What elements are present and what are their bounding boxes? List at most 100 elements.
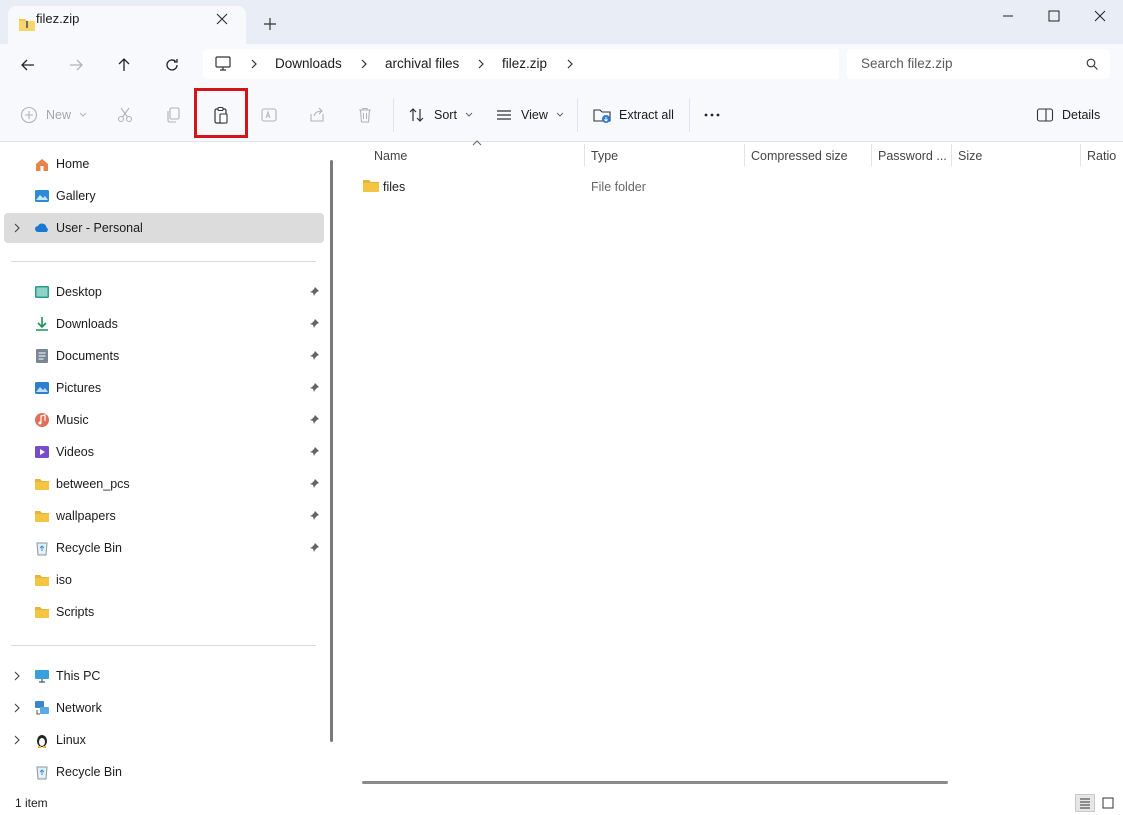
minimize-button[interactable] xyxy=(985,0,1031,32)
folder-icon xyxy=(34,572,50,588)
sidebar-item-home[interactable]: Home xyxy=(4,149,324,179)
sidebar-item-recycle-bin-2[interactable]: Recycle Bin xyxy=(4,757,324,787)
pin-icon[interactable] xyxy=(309,382,320,393)
folder-icon xyxy=(362,178,380,194)
pin-icon[interactable] xyxy=(309,510,320,521)
chevron-right-icon[interactable] xyxy=(358,58,370,70)
chevron-right-icon[interactable] xyxy=(12,735,22,745)
chevron-down-icon xyxy=(79,112,87,118)
more-options-button[interactable] xyxy=(703,101,721,129)
column-divider[interactable] xyxy=(1080,144,1081,166)
sidebar-item-label: Scripts xyxy=(56,605,94,619)
sidebar-divider xyxy=(11,645,316,646)
breadcrumb-downloads[interactable]: Downloads xyxy=(275,56,342,71)
minimize-icon xyxy=(1002,10,1014,22)
large-icons-view-button[interactable] xyxy=(1098,794,1118,812)
table-row[interactable]: files File folder xyxy=(356,176,1096,198)
sort-ascending-icon xyxy=(472,140,482,146)
sort-label: Sort xyxy=(434,108,457,122)
column-divider[interactable] xyxy=(744,144,745,166)
view-button[interactable]: View xyxy=(495,101,564,129)
chevron-right-icon[interactable] xyxy=(475,58,487,70)
sidebar-item-network[interactable]: Network xyxy=(4,693,324,723)
pin-icon[interactable] xyxy=(309,446,320,457)
up-button[interactable] xyxy=(110,52,138,78)
desktop-icon xyxy=(34,284,50,300)
back-button[interactable] xyxy=(14,52,42,78)
chevron-right-icon[interactable] xyxy=(12,223,22,233)
pin-icon[interactable] xyxy=(309,478,320,489)
column-divider[interactable] xyxy=(871,144,872,166)
computer-icon[interactable] xyxy=(215,56,231,71)
rename-button[interactable] xyxy=(260,101,278,129)
sidebar-item-videos[interactable]: Videos xyxy=(4,437,324,467)
pin-icon[interactable] xyxy=(309,542,320,553)
new-button[interactable]: New xyxy=(20,101,87,129)
sidebar-item-label: wallpapers xyxy=(56,509,116,523)
extract-all-button[interactable]: Extract all xyxy=(593,101,674,129)
sidebar-item-music[interactable]: Music xyxy=(4,405,324,435)
pin-icon[interactable] xyxy=(309,318,320,329)
trash-icon xyxy=(356,106,374,124)
cut-button[interactable] xyxy=(116,101,134,129)
close-button[interactable] xyxy=(1077,0,1123,32)
tab-close-icon[interactable] xyxy=(212,9,232,29)
pin-icon[interactable] xyxy=(309,414,320,425)
details-pane-button[interactable]: Details xyxy=(1036,101,1100,129)
horizontal-scrollbar[interactable] xyxy=(362,781,948,784)
home-icon xyxy=(34,156,50,172)
sidebar-item-between-pcs[interactable]: between_pcs xyxy=(4,469,324,499)
sidebar-item-desktop[interactable]: Desktop xyxy=(4,277,324,307)
sidebar-item-user-personal[interactable]: User - Personal xyxy=(4,213,324,243)
maximize-button[interactable] xyxy=(1031,0,1077,32)
column-header-ratio[interactable]: Ratio xyxy=(1087,149,1116,163)
sort-icon xyxy=(408,106,426,124)
column-divider[interactable] xyxy=(584,144,585,166)
new-tab-button[interactable] xyxy=(260,14,280,34)
sidebar-item-wallpapers[interactable]: wallpapers xyxy=(4,501,324,531)
large-icons-view-icon xyxy=(1102,797,1114,809)
breadcrumb-filez-zip[interactable]: filez.zip xyxy=(502,56,547,71)
copy-button[interactable] xyxy=(164,101,182,129)
sidebar-item-scripts[interactable]: Scripts xyxy=(4,597,324,627)
sidebar-item-label: This PC xyxy=(56,669,100,683)
downloads-icon xyxy=(34,316,50,332)
sidebar-item-pictures[interactable]: Pictures xyxy=(4,373,324,403)
chevron-right-icon[interactable] xyxy=(248,58,260,70)
delete-button[interactable] xyxy=(356,101,374,129)
sidebar-item-label: User - Personal xyxy=(56,221,143,235)
sidebar-scrollbar[interactable] xyxy=(330,160,333,742)
folder-icon xyxy=(34,476,50,492)
sidebar-item-gallery[interactable]: Gallery xyxy=(4,181,324,211)
gallery-icon xyxy=(34,188,50,204)
sidebar-item-linux[interactable]: Linux xyxy=(4,725,324,755)
pin-icon[interactable] xyxy=(309,350,320,361)
sort-button[interactable]: Sort xyxy=(408,101,473,129)
column-header-password[interactable]: Password ... xyxy=(878,149,947,163)
column-divider[interactable] xyxy=(951,144,952,166)
folder-icon xyxy=(34,508,50,524)
breadcrumb-archival-files[interactable]: archival files xyxy=(385,56,459,71)
recycle-bin-icon xyxy=(34,764,50,780)
chevron-right-icon[interactable] xyxy=(564,58,576,70)
column-header-name[interactable]: Name xyxy=(374,149,407,163)
column-header-size[interactable]: Size xyxy=(958,149,982,163)
sidebar-item-this-pc[interactable]: This PC xyxy=(4,661,324,691)
pictures-icon xyxy=(34,380,50,396)
search-icon[interactable] xyxy=(1086,58,1098,70)
sidebar-item-documents[interactable]: Documents xyxy=(4,341,324,371)
column-header-type[interactable]: Type xyxy=(591,149,618,163)
chevron-right-icon[interactable] xyxy=(12,703,22,713)
share-button[interactable] xyxy=(308,101,326,129)
details-view-button[interactable] xyxy=(1075,794,1095,812)
refresh-button[interactable] xyxy=(158,52,186,78)
forward-button[interactable] xyxy=(62,52,90,78)
toolbar-divider xyxy=(393,98,394,132)
chevron-right-icon[interactable] xyxy=(12,671,22,681)
sidebar-item-recycle-bin[interactable]: Recycle Bin xyxy=(4,533,324,563)
search-placeholder: Search filez.zip xyxy=(861,56,953,71)
pin-icon[interactable] xyxy=(309,286,320,297)
sidebar-item-iso[interactable]: iso xyxy=(4,565,324,595)
column-header-compressed-size[interactable]: Compressed size xyxy=(751,149,848,163)
sidebar-item-downloads[interactable]: Downloads xyxy=(4,309,324,339)
